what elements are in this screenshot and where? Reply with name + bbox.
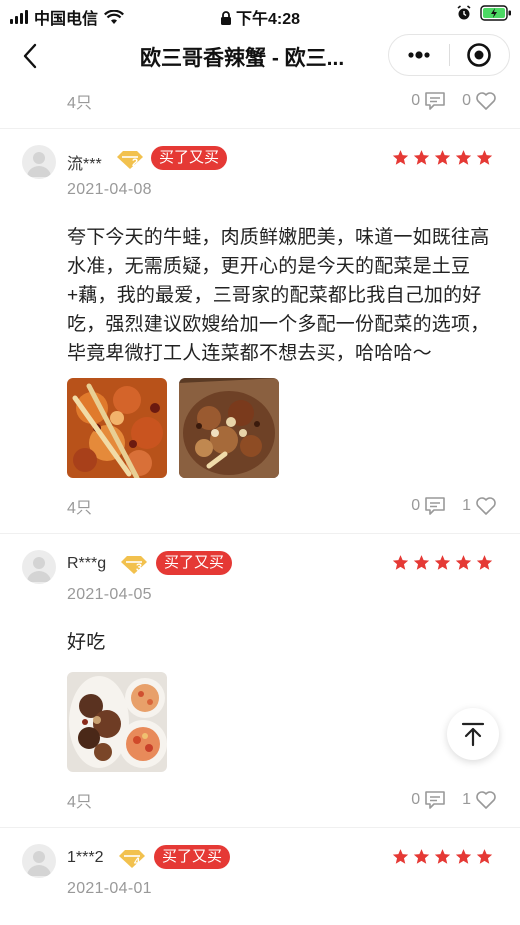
heart-icon — [476, 92, 496, 110]
back-to-top-button[interactable] — [447, 708, 499, 760]
review-text: 夸下今天的牛蛙，肉质鲜嫩肥美，味道一如既往高水准，无需质疑，更开心的是今天的配菜… — [67, 227, 490, 364]
level-badge-icon: 3 — [121, 556, 147, 574]
star-icon — [413, 555, 430, 570]
star-icon — [392, 555, 409, 570]
alarm-icon — [457, 5, 471, 20]
star-rating — [392, 554, 493, 571]
more-button[interactable] — [389, 35, 449, 75]
user-silhouette-icon — [27, 152, 51, 177]
divider — [0, 533, 520, 534]
star-icon — [455, 849, 472, 864]
star-icon — [476, 555, 493, 570]
star-icon — [392, 849, 409, 864]
like-button[interactable]: 1 — [462, 496, 497, 516]
heart-icon — [476, 791, 496, 809]
status-time: 下午4:28 — [0, 5, 520, 29]
review-date: 2021-04-01 — [67, 880, 152, 897]
svg-text:3: 3 — [136, 562, 142, 574]
page-title: 欧三哥香辣蟹 - 欧三... — [140, 47, 345, 70]
level-badge-icon: 4 — [119, 850, 145, 868]
portion-label: 4只 — [67, 95, 92, 112]
repeat-buyer-tag: 买了又买 — [154, 845, 231, 869]
star-icon — [434, 555, 451, 570]
arrow-up-icon — [461, 722, 485, 747]
star-icon — [413, 849, 430, 864]
avatar[interactable] — [22, 550, 56, 584]
like-button[interactable]: 0 — [462, 91, 497, 111]
user-name: R***g — [67, 555, 107, 572]
prev-review-meta: 4只 0 0 — [67, 88, 497, 114]
svg-text:2: 2 — [132, 157, 138, 169]
heart-icon — [476, 497, 496, 515]
review-text: 好吃 — [67, 632, 106, 653]
review-meta: 4只 0 1 — [67, 787, 497, 813]
review-meta: 4只 0 1 — [67, 493, 497, 519]
close-button[interactable] — [450, 35, 510, 75]
mini-program-capsule — [388, 34, 510, 76]
more-dots-icon — [408, 51, 430, 59]
target-icon — [467, 43, 492, 67]
user-name: 1***2 — [67, 849, 104, 866]
spicy-crab-photo[interactable] — [179, 378, 279, 478]
divider — [0, 827, 520, 828]
comment-button[interactable]: 0 — [411, 790, 446, 810]
comment-icon — [425, 92, 445, 110]
comment-button[interactable]: 0 — [411, 496, 446, 516]
repeat-buyer-tag: 买了又买 — [156, 551, 233, 575]
level-badge-icon: 2 — [117, 151, 143, 169]
star-icon — [455, 555, 472, 570]
star-icon — [434, 849, 451, 864]
avatar[interactable] — [22, 844, 56, 878]
spicy-frog-photo[interactable] — [67, 378, 167, 478]
repeat-buyer-tag: 买了又买 — [151, 146, 228, 170]
review-date: 2021-04-08 — [67, 181, 152, 198]
user-silhouette-icon — [27, 557, 51, 582]
user-name: 流*** — [67, 156, 102, 173]
avatar[interactable] — [22, 145, 56, 179]
star-icon — [476, 150, 493, 165]
star-icon — [455, 150, 472, 165]
star-rating — [392, 848, 493, 865]
back-button[interactable] — [14, 40, 46, 72]
chevron-left-icon — [23, 43, 37, 69]
user-silhouette-icon — [27, 851, 51, 876]
lock-icon — [220, 11, 231, 25]
review-photos — [67, 672, 167, 772]
divider — [0, 128, 520, 129]
portion-label: 4只 — [67, 794, 92, 811]
comment-icon — [425, 497, 445, 515]
meal-plate-photo[interactable] — [67, 672, 167, 772]
star-icon — [434, 150, 451, 165]
star-icon — [392, 150, 409, 165]
review-date: 2021-04-05 — [67, 586, 152, 603]
comment-button[interactable]: 0 — [411, 91, 446, 111]
battery-icon — [480, 5, 511, 21]
review-photos — [67, 378, 279, 478]
status-right — [456, 5, 512, 21]
like-button[interactable]: 1 — [462, 790, 497, 810]
star-icon — [413, 150, 430, 165]
nav-bar: 欧三哥香辣蟹 - 欧三... — [0, 30, 520, 82]
star-icon — [476, 849, 493, 864]
star-rating — [392, 149, 493, 166]
comment-icon — [425, 791, 445, 809]
status-bar: 中国电信 下午4:28 — [0, 0, 520, 30]
svg-text:4: 4 — [134, 856, 141, 868]
portion-label: 4只 — [67, 500, 92, 517]
